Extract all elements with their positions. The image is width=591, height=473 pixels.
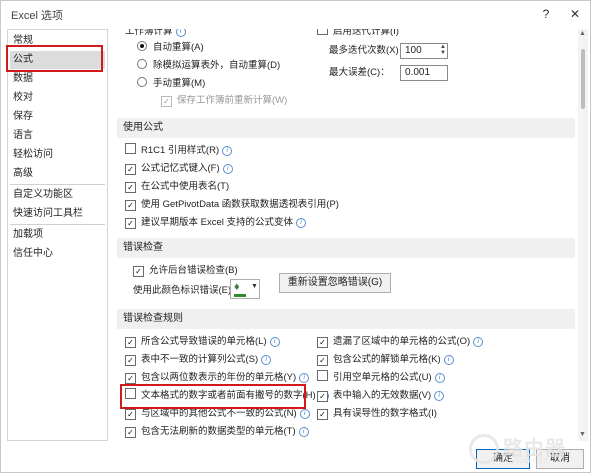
- sidebar-item-quick-access-toolbar[interactable]: 快速访问工具栏: [13, 205, 83, 223]
- info-icon: i: [222, 164, 233, 174]
- radio-auto-except-tables[interactable]: 除模拟运算表外，自动重算(D): [137, 58, 280, 74]
- radio-icon: [137, 77, 147, 87]
- paint-bucket-icon: ♦: [234, 281, 240, 293]
- workbook-calculation-label: 工作簿计算 i: [125, 29, 186, 40]
- sidebar-item-data[interactable]: 数据: [13, 70, 33, 88]
- info-icon: i: [443, 355, 454, 365]
- rule-inconsistent-column-checkbox[interactable]: ✓ 表中不一致的计算列公式(S) i: [125, 352, 272, 368]
- watermark: 路由器 luyouqi.com: [469, 432, 587, 468]
- checkbox-checked-icon: ✓: [125, 373, 136, 384]
- background-error-checking-checkbox[interactable]: ✓ 允许后台错误检查(B): [133, 263, 238, 279]
- sidebar-item-proofing[interactable]: 校对: [13, 89, 33, 107]
- scrollbar-thumb[interactable]: [581, 49, 585, 109]
- info-icon: i: [269, 337, 280, 347]
- rule-unrefreshable-data-types-checkbox[interactable]: ✓ 包含无法刷新的数据类型的单元格(T) i: [125, 424, 309, 440]
- rule-omitted-cells-checkbox[interactable]: ✓ 遗漏了区域中的单元格的公式(O) i: [317, 334, 484, 350]
- checkbox-checked-icon: ✓: [317, 355, 328, 366]
- checkbox-icon: [125, 143, 136, 154]
- info-icon: i: [261, 355, 272, 365]
- max-iterations-input[interactable]: 100 ▲ ▼: [400, 43, 448, 59]
- sidebar-divider: [10, 224, 105, 225]
- highlight-numbers-as-text-rule: [120, 384, 306, 409]
- checkbox-checked-icon: ✓: [125, 355, 136, 366]
- rule-misleading-number-formats-checkbox[interactable]: ✓ 具有误导性的数字格式(I): [317, 406, 437, 422]
- reset-ignored-errors-button[interactable]: 重新设置忽略错误(G): [279, 273, 391, 293]
- highlight-formulas-tab: [6, 45, 103, 72]
- info-icon: i: [299, 373, 310, 383]
- chevron-down-icon: ▼: [251, 283, 258, 290]
- help-icon[interactable]: ?: [535, 4, 557, 24]
- vertical-scrollbar[interactable]: ▲ ▼: [578, 29, 588, 441]
- formula-autocomplete-checkbox[interactable]: ✓ 公式记忆式键入(F) i: [125, 161, 233, 177]
- sidebar-item-trust-center[interactable]: 信任中心: [13, 245, 53, 263]
- sidebar-item-advanced[interactable]: 高级: [13, 165, 33, 183]
- checkbox-checked-icon: ✓: [317, 337, 328, 348]
- radio-auto-calc[interactable]: 自动重算(A): [137, 40, 204, 56]
- rule-error-formulas-checkbox[interactable]: ✓ 所含公式导致错误的单元格(L) i: [125, 334, 280, 350]
- checkbox-checked-icon: ✓: [125, 409, 136, 420]
- checkbox-checked-icon: ✓: [317, 391, 328, 402]
- checkbox-checked-icon: ✓: [125, 337, 136, 348]
- max-change-input[interactable]: 0.001: [400, 65, 448, 81]
- watermark-logo-icon: [469, 434, 499, 464]
- radio-icon: [137, 59, 147, 69]
- error-color-picker[interactable]: ♦ ▼: [230, 279, 260, 299]
- checkbox-checked-icon: ✓: [125, 200, 136, 211]
- info-icon: i: [299, 409, 310, 419]
- rule-invalid-table-data-checkbox[interactable]: ✓ 表中输入的无效数据(V) i: [317, 388, 445, 404]
- max-iterations-label: 最多迭代次数(X)：: [329, 45, 409, 56]
- sidebar-item-language[interactable]: 语言: [13, 127, 33, 145]
- checkbox-checked-icon: ✓: [317, 409, 328, 420]
- sidebar-item-save[interactable]: 保存: [13, 108, 33, 126]
- checkbox-checked-icon: ✓: [161, 96, 172, 107]
- recalc-before-save-checkbox[interactable]: ✓ 保存工作簿前重新计算(W): [161, 93, 287, 109]
- info-icon: i: [175, 29, 186, 37]
- checkbox-icon: [317, 370, 328, 381]
- formula-variants-checkbox[interactable]: ✓ 建议早期版本 Excel 支持的公式变体 i: [125, 215, 307, 231]
- checkbox-checked-icon: ✓: [125, 427, 136, 438]
- radio-selected-icon: [137, 41, 147, 51]
- formulas-options-panel: 工作簿计算 i 自动重算(A) 除模拟运算表外，自动重算(D) 手动重算(M) ✓…: [115, 29, 578, 441]
- checkbox-checked-icon: ✓: [133, 266, 144, 277]
- error-color-label: 使用此颜色标识错误(E)：: [133, 285, 241, 296]
- rule-unlocked-cells-checkbox[interactable]: ✓ 包含公式的解锁单元格(K) i: [317, 352, 454, 368]
- section-header-error-checking-rules: 错误检查规则: [117, 309, 575, 329]
- checkbox-checked-icon: ✓: [125, 218, 136, 229]
- checkbox-checked-icon: ✓: [125, 164, 136, 175]
- radio-manual-calc[interactable]: 手动重算(M): [137, 76, 205, 92]
- spinner-icon[interactable]: ▲ ▼: [440, 44, 446, 56]
- sidebar-item-accessibility[interactable]: 轻松访问: [13, 146, 53, 164]
- info-icon: i: [473, 337, 484, 347]
- getpivotdata-checkbox[interactable]: ✓ 使用 GetPivotData 函数获取数据透视表引用(P): [125, 197, 339, 213]
- title-bar: Excel 选项 ? ✕: [1, 1, 590, 27]
- options-sidebar: 常规 公式 数据 校对 保存 语言 轻松访问 高级 自定义功能区 快速访问工具栏…: [7, 29, 108, 441]
- rule-empty-cell-refs-checkbox[interactable]: 引用空单元格的公式(U) i: [317, 370, 445, 386]
- info-icon: i: [222, 146, 233, 156]
- enable-iterative-checkbox[interactable]: 启用迭代计算(I): [317, 29, 399, 40]
- sidebar-item-add-ins[interactable]: 加载项: [13, 226, 43, 244]
- excel-options-dialog: Excel 选项 ? ✕ 常规 公式 数据 校对 保存 语言 轻松访问 高级 自…: [0, 0, 591, 473]
- info-icon: i: [434, 391, 445, 401]
- dialog-title: Excel 选项: [11, 10, 63, 22]
- max-change-label: 最大误差(C)：: [329, 67, 390, 78]
- section-header-working-with-formulas: 使用公式: [117, 118, 575, 138]
- checkbox-checked-icon: ✓: [125, 182, 136, 193]
- watermark-url: luyouqi.com: [505, 456, 548, 465]
- info-icon: i: [434, 373, 445, 383]
- table-names-checkbox[interactable]: ✓ 在公式中使用表名(T): [125, 179, 229, 195]
- sidebar-item-customize-ribbon[interactable]: 自定义功能区: [13, 186, 73, 204]
- sidebar-divider: [10, 184, 105, 185]
- checkbox-icon: [317, 29, 328, 35]
- section-header-error-checking: 错误检查: [117, 238, 575, 258]
- close-icon[interactable]: ✕: [564, 4, 586, 24]
- r1c1-checkbox[interactable]: R1C1 引用样式(R) i: [125, 143, 233, 159]
- scroll-up-icon[interactable]: ▲: [579, 30, 586, 37]
- info-icon: i: [298, 427, 309, 437]
- info-icon: i: [296, 218, 307, 228]
- color-swatch: [234, 294, 246, 297]
